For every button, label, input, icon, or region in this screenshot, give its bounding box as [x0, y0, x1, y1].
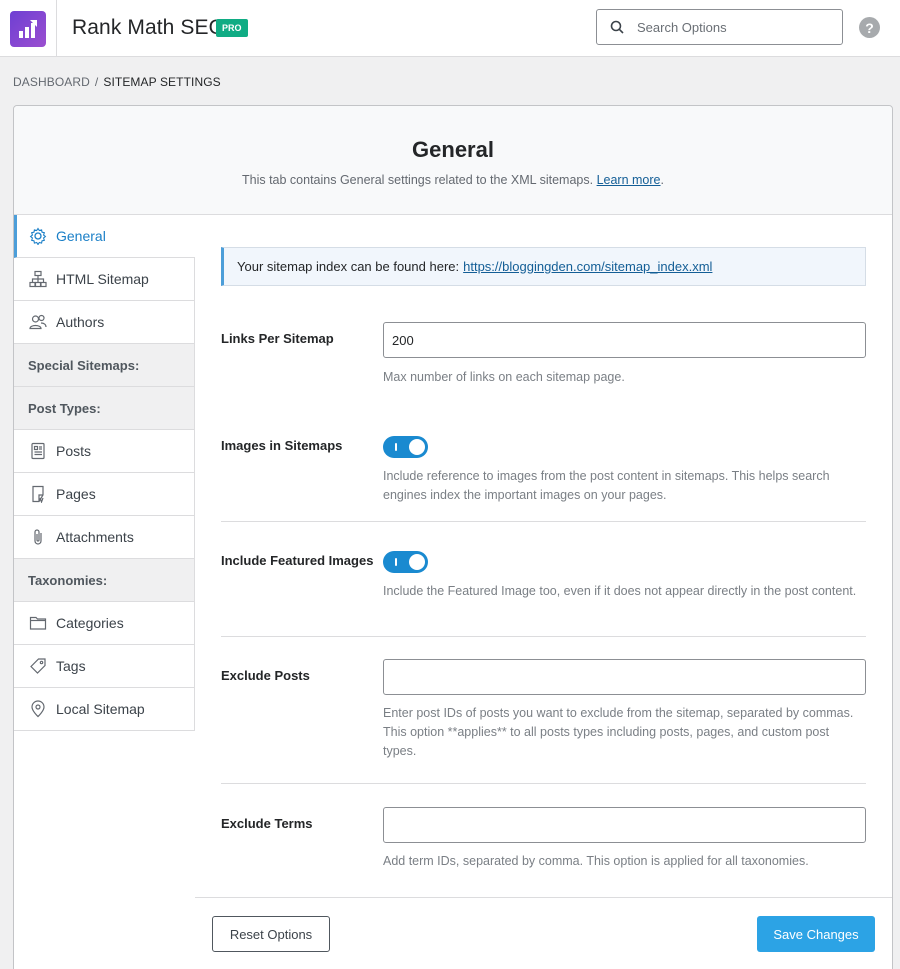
field-description: Enter post IDs of posts you want to excl… — [383, 706, 854, 758]
save-changes-button[interactable]: Save Changes — [757, 916, 875, 952]
sitemap-index-link[interactable]: https://bloggingden.com/sitemap_index.xm… — [463, 259, 712, 274]
images-in-sitemaps-toggle[interactable] — [383, 436, 428, 458]
logo[interactable] — [0, 0, 57, 57]
breadcrumb: DASHBOARD / SITEMAP SETTINGS — [13, 75, 221, 89]
search-icon — [597, 20, 637, 34]
section-heading-taxonomies: Taxonomies: — [14, 559, 195, 602]
field-description: Max number of links on each sitemap page… — [383, 370, 625, 384]
breadcrumb-dashboard[interactable]: DASHBOARD — [13, 75, 90, 89]
field-label: Links Per Sitemap — [221, 331, 334, 346]
sidebar-item-label: General — [56, 228, 106, 244]
sitemap-icon — [28, 269, 48, 289]
sidebar-item-posts[interactable]: Posts — [14, 430, 195, 473]
panel-header: General This tab contains General settin… — [14, 106, 892, 215]
notice-text: Your sitemap index can be found here: — [237, 259, 460, 274]
search-input[interactable] — [637, 19, 827, 35]
sidebar-item-authors[interactable]: Authors — [14, 301, 195, 344]
field-label: Include Featured Images — [221, 553, 374, 568]
search-box[interactable] — [596, 9, 843, 45]
exclude-terms-input[interactable] — [383, 807, 866, 843]
users-icon — [28, 312, 48, 332]
exclude-posts-input[interactable] — [383, 659, 866, 695]
learn-more-link[interactable]: Learn more — [597, 173, 661, 187]
sidebar-item-label: Posts — [56, 443, 92, 459]
sidebar-item-label: Authors — [56, 314, 105, 330]
sidebar-item-label: Tags — [56, 658, 86, 674]
sidebar-item-label: Local Sitemap — [56, 701, 145, 717]
sidebar-nav: General HTML Sitemap Authors Special Sit… — [14, 215, 195, 731]
sitemap-index-notice: Your sitemap index can be found here: ht… — [221, 247, 866, 286]
breadcrumb-current: SITEMAP SETTINGS — [103, 75, 221, 89]
post-icon — [28, 441, 48, 461]
gear-icon — [28, 226, 48, 246]
page-title: General — [412, 137, 494, 162]
divider — [221, 783, 866, 784]
field-description: Include the Featured Image too, even if … — [383, 584, 857, 598]
sidebar-item-html-sitemap[interactable]: HTML Sitemap — [14, 258, 195, 301]
folder-icon — [28, 613, 48, 633]
sidebar-item-local-sitemap[interactable]: Local Sitemap — [14, 688, 195, 731]
form-footer: Reset Options Save Changes — [195, 897, 892, 969]
tag-icon — [28, 656, 48, 676]
divider — [221, 636, 866, 637]
content-area: Your sitemap index can be found here: ht… — [221, 247, 866, 868]
app-title: Rank Math SEO — [72, 16, 226, 39]
top-bar: Rank Math SEO PRO ? — [0, 0, 900, 57]
sidebar-item-categories[interactable]: Categories — [14, 602, 195, 645]
field-label: Images in Sitemaps — [221, 438, 343, 453]
sidebar-item-label: Categories — [56, 615, 124, 631]
links-per-sitemap-input[interactable] — [383, 322, 866, 358]
rank-math-logo-icon — [10, 10, 46, 47]
pro-badge: PRO — [216, 19, 248, 37]
sidebar-item-label: Pages — [56, 486, 96, 502]
page-subtitle: This tab contains General settings relat… — [14, 173, 892, 187]
field-description: Include reference to images from the pos… — [383, 469, 830, 502]
help-icon[interactable]: ? — [859, 17, 880, 38]
field-label: Exclude Terms — [221, 816, 313, 831]
sidebar-item-attachments[interactable]: Attachments — [14, 516, 195, 559]
divider — [221, 521, 866, 522]
subtitle-period: . — [660, 173, 664, 187]
sidebar-item-pages[interactable]: Pages — [14, 473, 195, 516]
paperclip-icon — [28, 527, 48, 547]
section-heading-special-sitemaps: Special Sitemaps: — [14, 344, 195, 387]
breadcrumb-separator: / — [94, 75, 99, 89]
sidebar-item-general[interactable]: General — [14, 215, 195, 258]
sidebar-item-label: HTML Sitemap — [56, 271, 149, 287]
settings-panel: General This tab contains General settin… — [13, 105, 893, 969]
field-description: Add term IDs, separated by comma. This o… — [383, 854, 809, 868]
page-icon — [28, 484, 48, 504]
field-label: Exclude Posts — [221, 668, 310, 683]
location-pin-icon — [28, 699, 48, 719]
include-featured-images-toggle[interactable] — [383, 551, 428, 573]
sidebar-item-label: Attachments — [56, 529, 134, 545]
sidebar-item-tags[interactable]: Tags — [14, 645, 195, 688]
subtitle-text: This tab contains General settings relat… — [241, 173, 594, 187]
reset-options-button[interactable]: Reset Options — [212, 916, 330, 952]
section-heading-post-types: Post Types: — [14, 387, 195, 430]
